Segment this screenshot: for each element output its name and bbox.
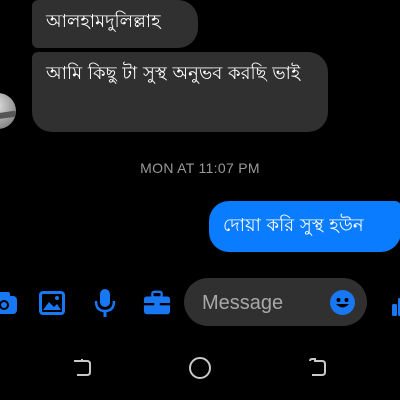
photo-icon[interactable] — [38, 289, 66, 317]
toolbox-icon[interactable] — [143, 289, 171, 317]
emoji-icon[interactable] — [330, 290, 355, 315]
message-text: দোয়া করি সুস্থ হউন — [223, 215, 364, 236]
microphone-icon[interactable] — [91, 289, 119, 317]
message-composer — [184, 278, 367, 326]
avatar[interactable] — [0, 93, 16, 129]
home-icon[interactable] — [188, 356, 212, 384]
message-input[interactable] — [200, 288, 324, 318]
message-timestamp: MON AT 11:07 PM — [140, 160, 260, 176]
recent-apps-icon[interactable] — [70, 356, 94, 384]
message-bubble-outgoing[interactable]: দোয়া করি সুস্থ হউন — [209, 201, 400, 252]
message-bubble-incoming[interactable]: আমি কিছু টা সুস্থ অনুভব করছি ভাই — [32, 52, 328, 132]
message-bubble-incoming[interactable]: আলহামদুলিল্লাহ — [32, 0, 198, 48]
camera-icon[interactable] — [0, 289, 18, 317]
back-icon[interactable] — [306, 356, 330, 384]
message-text: আলহামদুলিল্লাহ — [46, 11, 161, 32]
thumb-icon[interactable] — [386, 292, 400, 320]
message-text: আমি কিছু টা সুস্থ অনুভব করছি ভাই — [46, 63, 301, 84]
